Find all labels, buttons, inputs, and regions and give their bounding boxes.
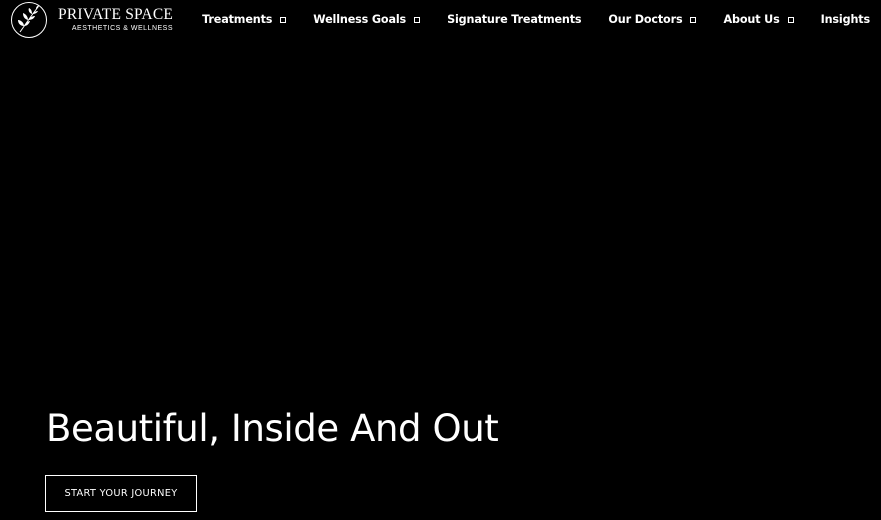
site-header: PRIVATE SPACE AESTHETICS & WELLNESS Trea…	[0, 0, 881, 42]
brand-tagline: AESTHETICS & WELLNESS	[71, 24, 174, 32]
laurel-circle-icon	[11, 2, 47, 38]
nav-item-treatments[interactable]: Treatments	[202, 13, 287, 26]
nav-item-label: Our Doctors	[608, 13, 683, 26]
nav-item-label: Signature Treatments	[447, 13, 582, 26]
page: PRIVATE SPACE AESTHETICS & WELLNESS Trea…	[0, 0, 881, 520]
nav-item-label: Wellness Goals	[313, 13, 407, 26]
logo-link[interactable]: PRIVATE SPACE AESTHETICS & WELLNESS	[10, 1, 173, 39]
square-caret-icon	[280, 17, 287, 23]
nav-item-insights[interactable]: Insights	[820, 13, 871, 26]
nav-item-label: Treatments	[202, 13, 273, 26]
logo-text: PRIVATE SPACE AESTHETICS & WELLNESS	[58, 5, 174, 34]
nav-item-label: Insights	[820, 13, 871, 26]
nav-item-signature-treatments[interactable]: Signature Treatments	[447, 13, 582, 26]
start-journey-button[interactable]: START YOUR JOURNEY	[45, 475, 197, 512]
nav-item-wellness-goals[interactable]: Wellness Goals	[313, 13, 421, 26]
nav-item-label: About Us	[723, 13, 780, 26]
square-caret-icon	[690, 17, 697, 23]
hero-title: Beautiful, Inside And Out	[46, 407, 499, 450]
nav-item-our-doctors[interactable]: Our Doctors	[608, 13, 697, 26]
square-caret-icon	[414, 17, 421, 23]
main-nav: Treatments Wellness Goals Signature Trea…	[202, 13, 870, 26]
nav-item-about-us[interactable]: About Us	[723, 13, 794, 26]
square-caret-icon	[787, 17, 794, 23]
brand-name: PRIVATE SPACE	[58, 5, 174, 23]
